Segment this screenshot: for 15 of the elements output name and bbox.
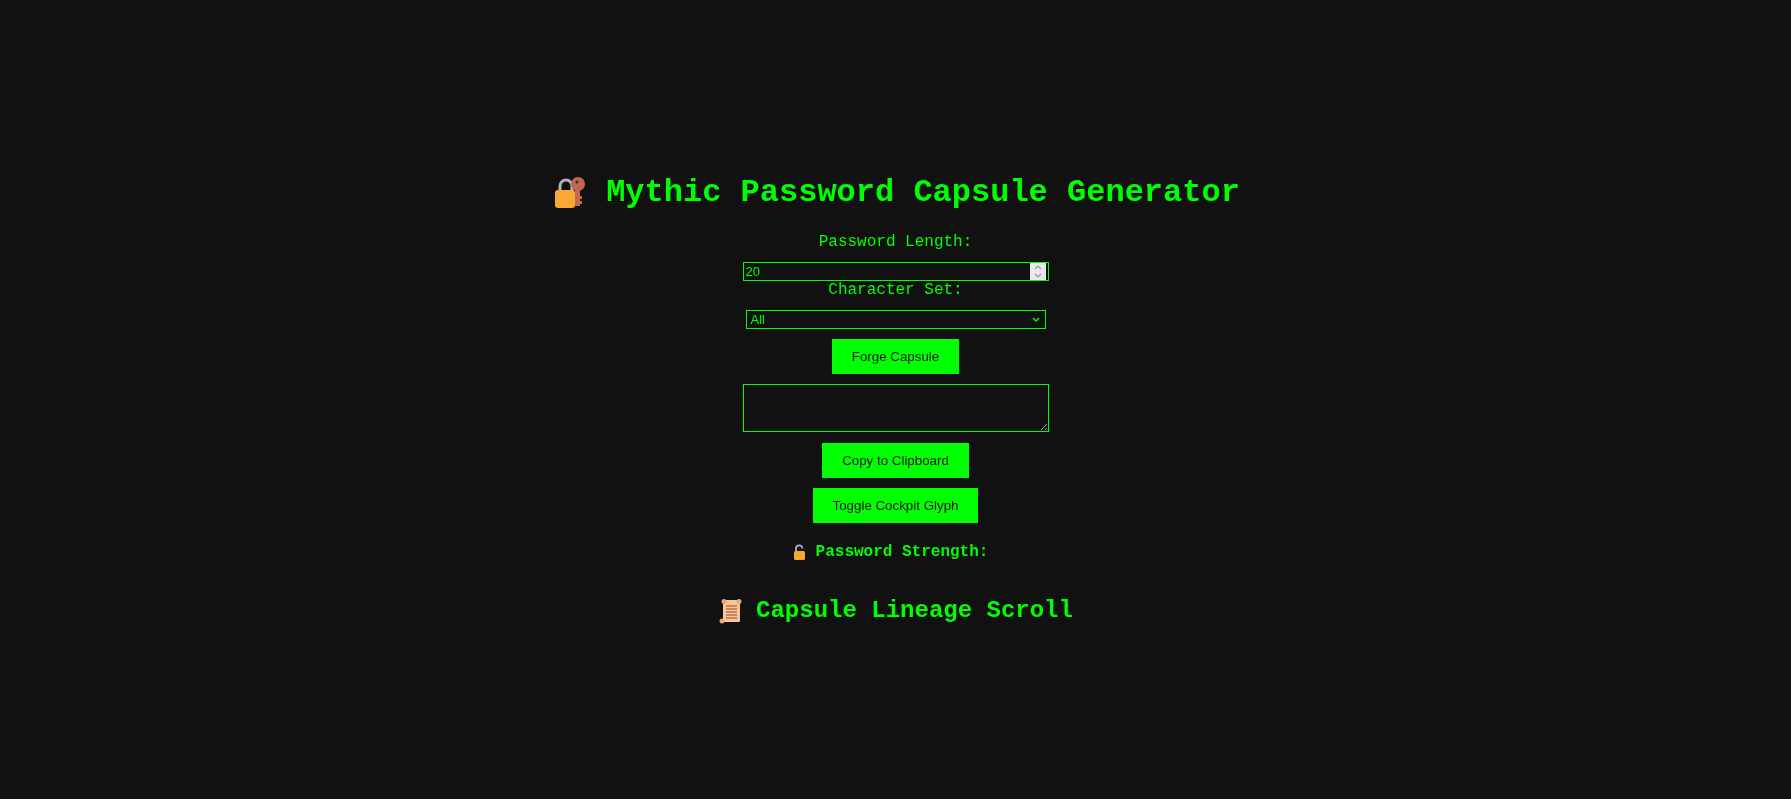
copy-button[interactable]: Copy to Clipboard	[822, 443, 969, 478]
password-output[interactable]	[742, 384, 1049, 432]
lock-key-icon	[553, 175, 588, 210]
page-title: Mythic Password Capsule Generator	[606, 174, 1240, 211]
history-heading: Capsule Lineage Scroll	[756, 597, 1073, 625]
chevron-down-icon	[1030, 315, 1041, 324]
charset-label: Character Set:	[828, 281, 963, 299]
forge-capsule-button[interactable]: Forge Capsule	[831, 339, 960, 374]
spinner-icon[interactable]	[1029, 263, 1046, 280]
strength-label: Password Strength:	[815, 543, 989, 561]
open-lock-icon	[792, 544, 806, 560]
length-label: Password Length:	[818, 233, 973, 251]
length-input[interactable]: 20	[742, 262, 1049, 281]
toggle-glyph-button[interactable]: Toggle Cockpit Glyph	[812, 488, 979, 523]
charset-select[interactable]: All	[745, 310, 1046, 329]
